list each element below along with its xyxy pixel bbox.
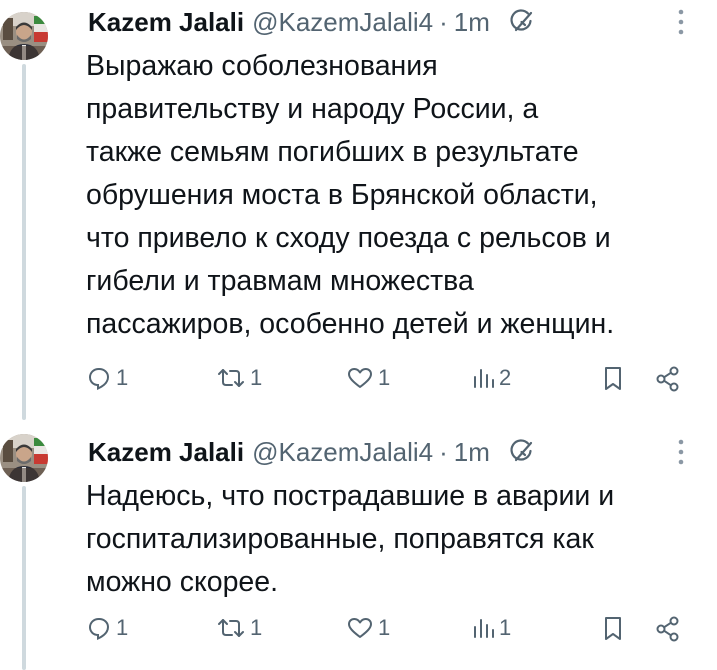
thread-line — [22, 64, 26, 420]
tweet-actions: 1 1 1 — [86, 615, 687, 645]
views-button[interactable]: 1 — [471, 615, 511, 641]
reply-icon — [86, 365, 112, 391]
repost-button[interactable]: 1 — [216, 365, 262, 391]
avatar[interactable] — [0, 434, 48, 482]
tweet-text: Надеюсь, что пострадавшие в аварии и гос… — [86, 480, 615, 598]
views-count: 2 — [499, 365, 512, 390]
reply-button[interactable]: 1 — [86, 365, 128, 391]
bookmark-button[interactable] — [601, 615, 625, 643]
author-handle[interactable]: @KazemJalali4 — [252, 437, 433, 468]
repost-count: 1 — [250, 615, 263, 640]
grok-icon[interactable] — [508, 438, 536, 466]
share-button[interactable] — [654, 615, 682, 643]
more-icon[interactable] — [675, 8, 687, 36]
repost-count: 1 — [250, 365, 263, 390]
timestamp[interactable]: 1m — [454, 7, 490, 38]
tweet-text: Выражаю соболезнования правительству и н… — [86, 50, 615, 340]
thread-line — [22, 486, 26, 670]
tweet-header: Kazem Jalali @KazemJalali4 · 1m — [88, 432, 687, 472]
share-icon — [654, 615, 682, 643]
like-button[interactable]: 1 — [346, 615, 390, 641]
repost-button[interactable]: 1 — [216, 615, 262, 641]
bookmark-icon — [601, 615, 625, 643]
like-button[interactable]: 1 — [346, 365, 390, 391]
bookmark-icon — [601, 365, 625, 393]
reply-button[interactable]: 1 — [86, 615, 128, 641]
like-count: 1 — [378, 615, 391, 640]
share-icon — [654, 365, 682, 393]
author-name[interactable]: Kazem Jalali — [88, 7, 244, 38]
heart-icon — [346, 615, 374, 641]
like-count: 1 — [378, 365, 391, 390]
reply-count: 1 — [116, 615, 129, 640]
separator-dot: · — [439, 436, 448, 467]
timestamp[interactable]: 1m — [454, 437, 490, 468]
repost-icon — [216, 365, 246, 391]
more-icon[interactable] — [675, 438, 687, 466]
tweet[interactable]: Kazem Jalali @KazemJalali4 · 1m Надеюсь,… — [0, 420, 717, 670]
repost-icon — [216, 615, 246, 641]
heart-icon — [346, 365, 374, 391]
grok-icon[interactable] — [508, 8, 536, 36]
tweet[interactable]: Kazem Jalali @KazemJalali4 · 1m Выражаю … — [0, 0, 717, 420]
tweet-actions: 1 1 1 — [86, 365, 687, 395]
views-icon — [471, 615, 495, 641]
separator-dot: · — [439, 6, 448, 37]
avatar[interactable] — [0, 12, 48, 60]
views-count: 1 — [499, 615, 512, 640]
views-icon — [471, 365, 495, 391]
bookmark-button[interactable] — [601, 365, 625, 393]
author-handle[interactable]: @KazemJalali4 — [252, 7, 433, 38]
share-button[interactable] — [654, 365, 682, 393]
tweet-header: Kazem Jalali @KazemJalali4 · 1m — [88, 2, 687, 42]
reply-count: 1 — [116, 365, 129, 390]
author-name[interactable]: Kazem Jalali — [88, 437, 244, 468]
reply-icon — [86, 615, 112, 641]
views-button[interactable]: 2 — [471, 365, 511, 391]
